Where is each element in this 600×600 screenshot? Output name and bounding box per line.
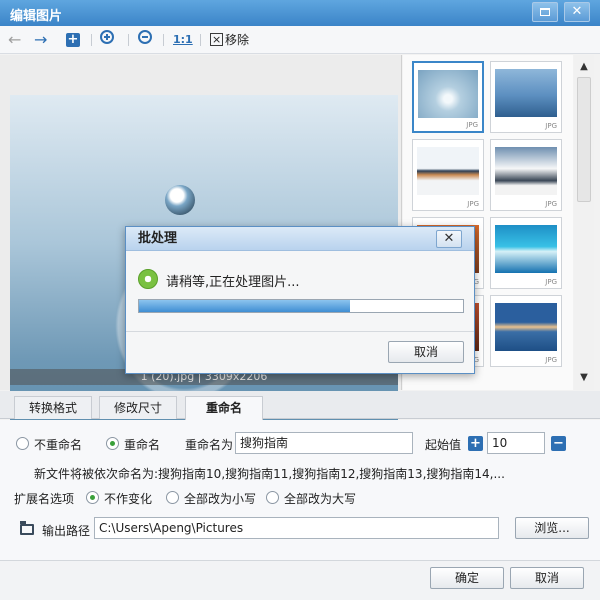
- dialog-message: 请稍等,正在处理图片...: [166, 275, 300, 290]
- thumbnail-item[interactable]: JPG: [490, 139, 562, 211]
- thumbnail-image: [495, 225, 557, 273]
- close-icon: ✕: [571, 4, 583, 19]
- toolbar-separator: [163, 34, 164, 46]
- no-rename-radio[interactable]: [16, 437, 29, 450]
- actual-size-button[interactable]: 1:1: [173, 30, 193, 50]
- thumbnail-image: [495, 147, 557, 195]
- rename-panel: 不重命名 重命名 重命名为 搜狗指南 起始值 + 10 − 新文件将被依次命名为…: [0, 420, 600, 566]
- thumbnail-ext: JPG: [466, 121, 478, 129]
- no-rename-label: 不重命名: [34, 438, 83, 452]
- back-arrow-icon[interactable]: ←: [8, 30, 21, 50]
- rename-example-text: 新文件将被依次命名为:搜狗指南10,搜狗指南11,搜狗指南12,搜狗指南13,搜…: [34, 467, 505, 481]
- zoom-out-button[interactable]: [138, 30, 152, 50]
- dialog-title: 批处理: [138, 231, 178, 246]
- zoom-in-icon: [100, 30, 114, 44]
- maximize-button[interactable]: [532, 2, 558, 22]
- loading-spinner-icon: [138, 269, 158, 289]
- ok-button[interactable]: 确定: [430, 567, 504, 589]
- dialog-cancel-button[interactable]: 取消: [388, 341, 464, 363]
- thumbnail-ext: JPG: [545, 122, 557, 130]
- ext-lowercase-label: 全部改为小写: [184, 492, 257, 506]
- close-icon: ✕: [443, 231, 455, 246]
- rename-as-input[interactable]: 搜狗指南: [235, 432, 413, 454]
- remove-button[interactable]: 移除: [210, 30, 249, 50]
- scroll-up-icon[interactable]: ▲: [574, 59, 594, 75]
- tab-resize[interactable]: 修改尺寸: [99, 396, 177, 419]
- close-button[interactable]: ✕: [564, 2, 590, 22]
- dialog-separator: [126, 331, 474, 332]
- toolbar-separator: [128, 34, 129, 46]
- remove-icon: [210, 30, 223, 50]
- dialog-close-button[interactable]: ✕: [436, 230, 462, 248]
- footer: 确定 取消: [0, 560, 600, 600]
- thumbnail-image: [495, 303, 557, 351]
- cancel-button[interactable]: 取消: [510, 567, 584, 589]
- remove-label: 移除: [225, 33, 250, 47]
- thumbnail-item[interactable]: JPG: [412, 139, 484, 211]
- ext-uppercase-radio[interactable]: [266, 491, 279, 504]
- thumbnail-image: [495, 69, 557, 117]
- toolbar: ← → + 1:1 移除: [0, 26, 600, 54]
- toolbar-separator: [91, 34, 92, 46]
- rename-as-label: 重命名为: [185, 438, 234, 452]
- toolbar-separator: [200, 34, 201, 46]
- add-image-button[interactable]: +: [66, 30, 80, 50]
- thumbnail-image: [417, 147, 479, 195]
- title-bar: 编辑图片 ✕: [0, 0, 600, 26]
- output-path-input[interactable]: C:\Users\Apeng\Pictures: [94, 517, 499, 539]
- progress-bar-fill: [139, 300, 350, 312]
- extension-options-label: 扩展名选项: [14, 492, 75, 506]
- zoom-in-button[interactable]: [100, 30, 114, 50]
- ext-no-change-radio[interactable]: [86, 491, 99, 504]
- thumbnail-item[interactable]: JPG: [490, 217, 562, 289]
- start-value-input[interactable]: 10: [487, 432, 545, 454]
- progress-bar: [138, 299, 464, 313]
- thumbnail-ext: JPG: [545, 200, 557, 208]
- thumbnail-item[interactable]: JPG: [412, 61, 484, 133]
- maximize-icon: [540, 8, 550, 16]
- browse-button[interactable]: 浏览...: [515, 517, 589, 539]
- start-value-label: 起始值: [425, 438, 462, 452]
- ext-uppercase-label: 全部改为大写: [284, 492, 357, 506]
- plus-icon: +: [66, 32, 80, 47]
- zoom-out-icon: [138, 30, 152, 44]
- thumbnail-item[interactable]: JPG: [490, 61, 562, 133]
- thumbnail-ext: JPG: [545, 278, 557, 286]
- batch-process-dialog: 批处理 ✕ 请稍等,正在处理图片... 取消: [125, 226, 475, 374]
- thumbnail-ext: JPG: [467, 200, 479, 208]
- ext-lowercase-radio[interactable]: [166, 491, 179, 504]
- rename-radio[interactable]: [106, 437, 119, 450]
- forward-arrow-icon[interactable]: →: [34, 30, 47, 50]
- window-title: 编辑图片: [10, 9, 63, 24]
- scrollbar-thumb[interactable]: [577, 77, 591, 202]
- folder-icon: [20, 521, 34, 535]
- thumbnail-item[interactable]: JPG: [490, 295, 562, 367]
- thumbnail-image: [418, 70, 478, 118]
- rename-label: 重命名: [124, 438, 161, 452]
- tab-convert-format[interactable]: 转换格式: [14, 396, 92, 419]
- start-value-increase-button[interactable]: +: [468, 436, 483, 451]
- dialog-title-bar: 批处理 ✕: [126, 227, 474, 251]
- scroll-down-icon[interactable]: ▼: [574, 370, 594, 386]
- ext-no-change-label: 不作变化: [104, 492, 153, 506]
- thumbnail-ext: JPG: [545, 356, 557, 364]
- output-path-label: 输出路径: [42, 524, 91, 538]
- tab-rename[interactable]: 重命名: [185, 396, 263, 420]
- water-drop-graphic: [165, 185, 195, 215]
- start-value-decrease-button[interactable]: −: [551, 436, 566, 451]
- tab-bar: 转换格式 修改尺寸 重命名: [0, 391, 600, 420]
- thumbnail-scrollbar[interactable]: ▲ ▼: [574, 55, 594, 390]
